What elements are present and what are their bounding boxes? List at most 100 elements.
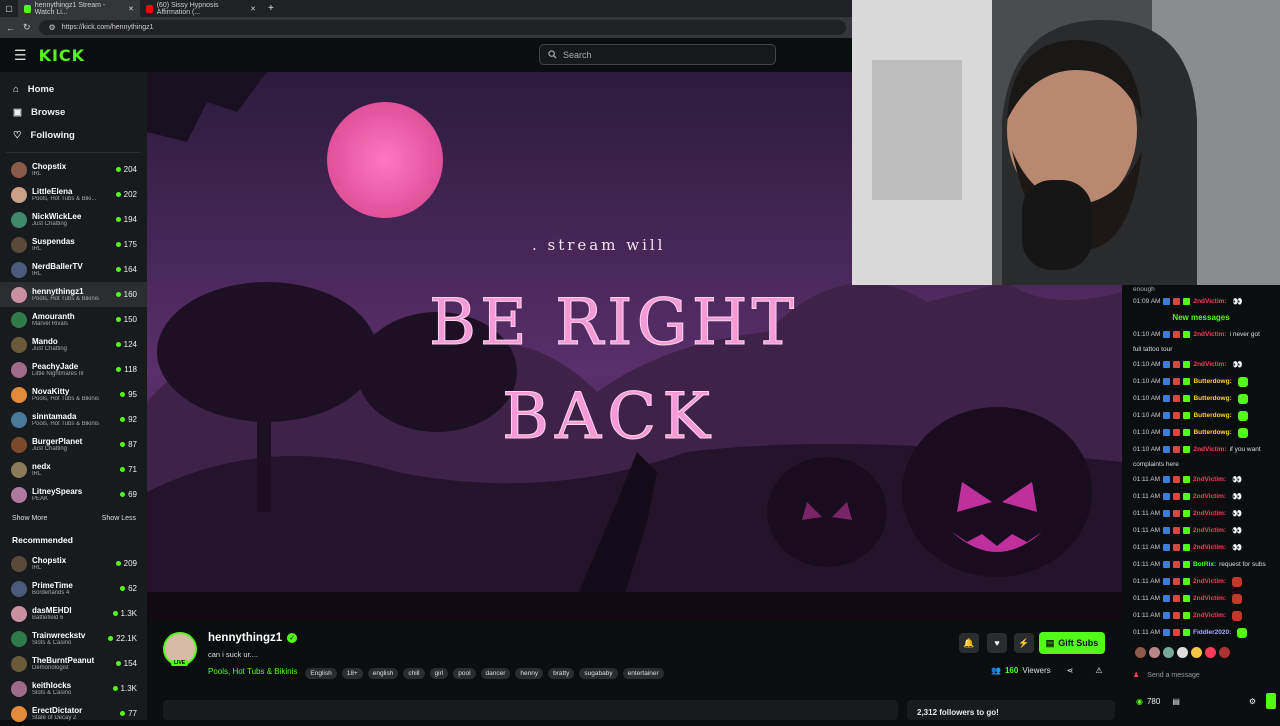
new-tab-icon[interactable]: + (268, 3, 274, 14)
new-messages-divider[interactable]: New messages (1122, 310, 1280, 326)
emote-icon (1232, 610, 1243, 621)
chat-username[interactable]: 2ndVictim: (1193, 578, 1226, 585)
sidebar-channel[interactable]: LitneySpears PEAK 69 (0, 482, 147, 507)
sidebar-channel[interactable]: LittleElena Pools, Hot Tubs & Biki... 202 (0, 182, 147, 207)
nav-following[interactable]: ♡ Following (0, 124, 147, 147)
stream-tag[interactable]: chill (403, 668, 425, 679)
stream-category[interactable]: Pools, Hot Tubs & Bikinis (208, 667, 297, 676)
stream-tag[interactable]: English (305, 668, 337, 679)
channel-category: State of Decay 2 (32, 715, 77, 721)
stream-tag[interactable]: henny (515, 668, 544, 679)
stream-tag[interactable]: dancer (480, 668, 511, 679)
chat-username[interactable]: 2ndVictim: (1193, 595, 1226, 602)
back-icon[interactable]: ← (6, 23, 15, 33)
sidebar-channel[interactable]: Chopstix IRL 204 (0, 157, 147, 182)
send-button[interactable] (1266, 693, 1276, 709)
report-icon[interactable]: ⚠ (1095, 666, 1102, 675)
site-info-icon[interactable]: ⚙ (49, 23, 56, 32)
menu-icon[interactable]: ☰ (14, 47, 27, 64)
share-icon[interactable]: ⋖ (1067, 666, 1074, 675)
viewer-count-value: 1.3K (120, 609, 137, 618)
sidebar-channel[interactable]: Trainwreckstv Slots & Casino 22.1K (0, 626, 147, 651)
follow-button[interactable]: ♥ (987, 633, 1007, 653)
emote-icon[interactable] (1135, 647, 1146, 658)
chat-username[interactable]: 2ndVictim: (1193, 510, 1226, 517)
stream-tag[interactable]: english (367, 668, 399, 679)
sidebar-channel[interactable]: nedx IRL 71 (0, 457, 147, 482)
close-icon[interactable]: ✕ (128, 5, 134, 13)
emote-icon[interactable] (1219, 647, 1230, 658)
chat-input[interactable]: ♟ Send a message (1133, 667, 1273, 683)
emote-icon[interactable] (1177, 647, 1188, 658)
stream-tag[interactable]: pool (453, 668, 476, 679)
stream-tag[interactable]: girl (429, 668, 449, 679)
sidebar-channel[interactable]: BurgerPlanet Just Chatting 87 (0, 432, 147, 457)
sidebar-channel[interactable]: NerdBallerTV IRL 164 (0, 257, 147, 282)
show-more-button[interactable]: Show More (12, 515, 47, 522)
avatar (11, 486, 27, 503)
notification-button[interactable]: 🔔 (959, 633, 979, 653)
boost-button[interactable]: ⚡ (1014, 633, 1034, 653)
chat-username[interactable]: Butterdowg: (1193, 412, 1231, 419)
gift-subs-button[interactable]: ▤ Gift Subs (1039, 632, 1105, 654)
chat-username[interactable]: 2ndVictim: (1193, 612, 1226, 619)
search-input[interactable]: Search (539, 44, 776, 65)
nav-home[interactable]: ⌂ Home (0, 78, 147, 101)
kick-logo[interactable]: KICK (39, 46, 86, 65)
sidebar-channel[interactable]: Mando Just Chatting 124 (0, 332, 147, 357)
chat-username[interactable]: Butterdowg: (1193, 429, 1231, 436)
stream-tag[interactable]: entertainer (622, 668, 664, 679)
reload-icon[interactable]: ↻ (23, 22, 31, 33)
emote-icon[interactable] (1191, 647, 1202, 658)
live-dot-icon (108, 636, 114, 641)
chat-username[interactable]: 2ndVictim: (1193, 493, 1226, 500)
emote-icon[interactable] (1149, 647, 1160, 658)
chat-username[interactable]: Fiddler2020: (1193, 629, 1231, 636)
chat-username[interactable]: 2ndVictim: (1193, 361, 1226, 368)
url-input[interactable]: ⚙ https://kick.com/hennythingz1 (38, 20, 846, 35)
gift-icon[interactable]: ▤ (1172, 697, 1180, 706)
sidebar-channel[interactable]: NovaKitty Pools, Hot Tubs & Bikinis 95 (0, 382, 147, 407)
stream-tag[interactable]: 18+ (341, 668, 363, 679)
sidebar-channel[interactable]: TheBurntPeanut Demonologist 154 (0, 651, 147, 676)
channel-category: IRL (32, 471, 42, 477)
browser-tab-kick[interactable]: hennythingz1 Stream - Watch Li... ✕ (18, 0, 140, 17)
browser-tab-youtube[interactable]: (60) Sissy Hypnosis Affirmation (... ✕ (140, 0, 262, 17)
sidebar-channel[interactable]: Suspendas IRL 175 (0, 232, 147, 257)
chat-username[interactable]: Butterdowg: (1193, 395, 1231, 402)
close-icon[interactable]: ✕ (250, 5, 256, 13)
sidebar-channel[interactable]: Chopstix IRL 209 (0, 551, 147, 576)
chat-message: 01:11 AM 2ndVictim: 👀 (1122, 471, 1280, 488)
chat-username[interactable]: BotRix: (1193, 561, 1216, 568)
chat-username[interactable]: Butterdowg: (1193, 378, 1231, 385)
sidebar-channel[interactable]: PrimeTime Borderlands 4 62 (0, 576, 147, 601)
avatar (11, 655, 27, 672)
channel-category: Borderlands 4 (32, 590, 70, 596)
stream-tag[interactable]: bratty (548, 668, 575, 679)
chat-username[interactable]: 2ndVictim: (1193, 298, 1226, 305)
sidebar-channel[interactable]: ErectDictator State of Decay 2 77 (0, 701, 147, 726)
points-icon[interactable]: ◉ (1136, 697, 1143, 706)
nav-browse[interactable]: ▣ Browse (0, 101, 147, 124)
chat-username[interactable]: 2ndVictim: (1193, 527, 1226, 534)
chat-message: 01:10 AM Butterdowg: (1122, 373, 1280, 390)
sidebar-channel[interactable]: sinntamada Pools, Hot Tubs & Bikinis 92 (0, 407, 147, 432)
sidebar-channel[interactable]: dasMEHDI Battlefield 6 1.3K (0, 601, 147, 626)
sidebar-channel[interactable]: NickWickLee Just Chatting 194 (0, 207, 147, 232)
sidebar-channel[interactable]: hennythingz1 Pools, Hot Tubs & Bikinis 160 (0, 282, 147, 307)
streamer-name[interactable]: hennythingz1 (208, 632, 282, 644)
chat-username[interactable]: 2ndVictim: (1193, 476, 1226, 483)
chat-username[interactable]: 2ndVictim: (1193, 331, 1226, 338)
sidebar-channel[interactable]: Amouranth Marvel Rivals 150 (0, 307, 147, 332)
sidebar-channel[interactable]: keithlocks Slots & Casino 1.3K (0, 676, 147, 701)
stream-tag[interactable]: sugababy (579, 668, 618, 679)
sidebar-channel[interactable]: PeachyJade Little Nightmares III 118 (0, 357, 147, 382)
chat-username[interactable]: 2ndVictim: (1193, 446, 1226, 453)
show-less-button[interactable]: Show Less (102, 515, 136, 522)
badge-icon (1162, 578, 1170, 585)
window-icon[interactable]: ▢ (0, 4, 18, 13)
emote-icon[interactable] (1205, 647, 1216, 658)
chat-username[interactable]: 2ndVictim: (1193, 544, 1226, 551)
emote-icon[interactable] (1163, 647, 1174, 658)
settings-icon[interactable]: ⚙ (1249, 697, 1256, 706)
